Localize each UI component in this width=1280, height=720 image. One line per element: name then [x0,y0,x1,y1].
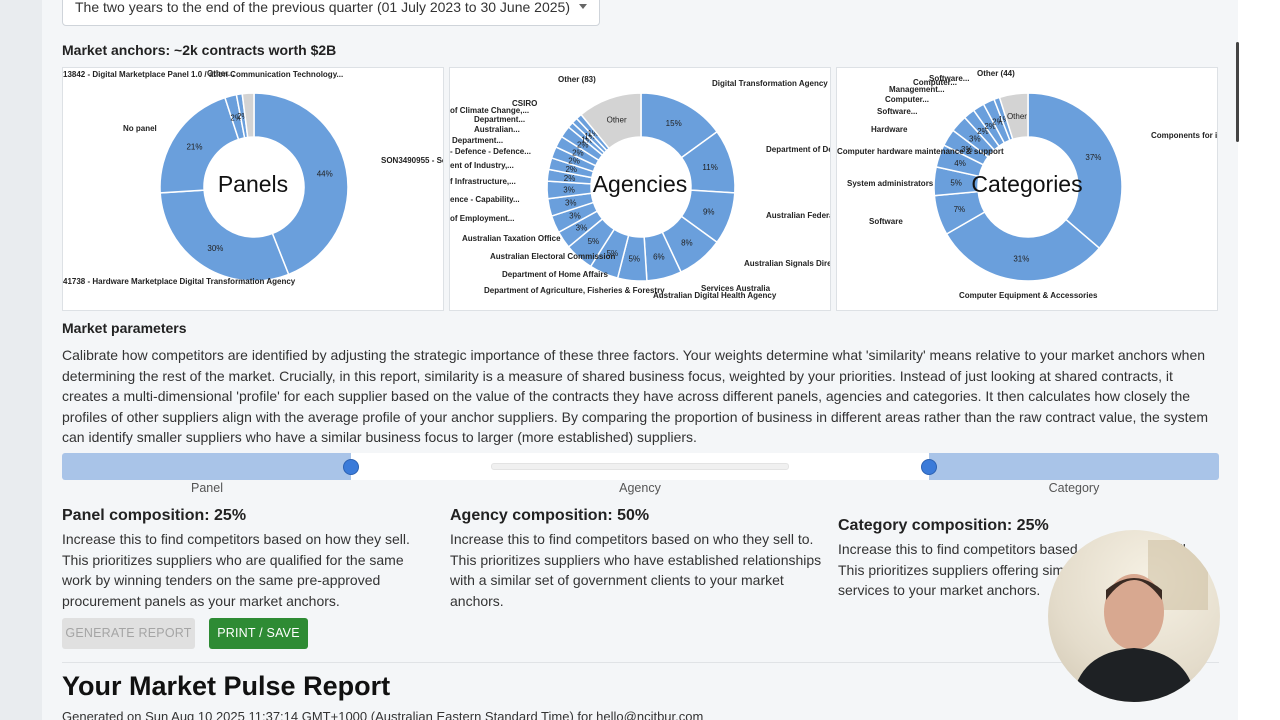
slice-label: Other (44) [977,69,1015,78]
slice-percent-label: 31% [1013,255,1029,264]
agency-composition-title: Agency composition: 50% [450,507,650,524]
presenter-image [1072,540,1208,702]
slice-label: Hardware [871,125,908,134]
slice-label: Digital Transformation Agency [712,79,828,88]
slice-label: Computer hardware maintenance & support [837,147,1004,156]
period-select-value: The two years to the end of the previous… [75,0,570,15]
slice-percent-label: Other [1007,112,1027,121]
category-segment-label: Category [1048,481,1100,495]
slice-label: 13842 - Digital Marketplace Panel 1.0 / … [63,70,343,79]
categories-center-label: Categories [971,171,1083,197]
slice-label: Other (83) [558,75,596,84]
slice-label: Computer... [885,95,929,104]
panels-chart: 44%30%21%2%2% SON3490955 - Sc Panel - Di… [62,67,444,311]
slice-percent-label: 5% [628,255,640,264]
divider [62,662,1219,663]
slice-label: Australian Electoral Commission [490,252,615,261]
chevron-down-icon [579,4,587,9]
agency-composition-desc: Increase this to find competitors based … [450,531,822,609]
slice-label: Department of Agriculture, Fisheries & F… [484,286,665,295]
slice-label: Components for i or broadcasting o [1151,131,1218,140]
slice-label: Australian... [474,125,520,134]
slider-grip[interactable] [491,463,789,470]
slice-label: Software [869,217,903,226]
slice-label: of Employment... [450,214,514,223]
slice-percent-label: 7% [954,205,966,214]
panel-composition-title: Panel composition: 25% [62,507,247,524]
slice-label: Australian Signals Directorate [744,259,831,268]
slice-label: - Defence - Defence... [450,147,531,156]
slice-percent-label: 3% [576,223,588,232]
period-select[interactable]: The two years to the end of the previous… [62,0,600,26]
weight-slider[interactable] [62,453,1219,480]
slice-percent-label: 4% [954,159,966,168]
slice-label: Australian Federal Police [766,211,831,220]
slice-label: Software... [877,107,917,116]
slice-label: Department... [474,115,525,124]
agencies-chart: 15% 11% 9% 8% 6% 5% 5% 5% 3% 3% 3% 3% 2% 2% 2% 2% 2% 1% 1%… [449,67,831,311]
slice-percent-label: 3% [565,199,577,208]
slice-label: Software... [929,74,969,83]
slice-label: Other... [207,69,235,78]
scrollbar-track[interactable] [1238,0,1280,720]
slice-percent-label: 30% [207,244,223,253]
slice-percent-label: 9% [703,207,715,216]
slice-label: Australian Taxation Office [462,234,561,243]
panels-center-label: Panels [217,171,289,197]
slice-percent-label: 8% [681,238,693,247]
report-title: Your Market Pulse Report [62,671,391,701]
categories-chart: 37% 31% 7% 5% 4% 3% 3% 2% 2% 2% 1% Other Components… [836,67,1218,311]
slice-label: 41738 - Hardware Marketplace Digital Tra… [63,277,296,286]
market-anchors-heading: Market anchors: ~2k contracts worth $2B [62,42,337,58]
slice-label: SON3490955 - Sc Panel - Digital Tr [381,156,444,165]
scrollbar-thumb[interactable] [1236,42,1239,142]
slice-percent-label: 5% [588,237,600,246]
slice-label: Australian Digital Health Agency [653,291,777,300]
webcam-overlay [1048,530,1220,702]
agencies-center-label: Agencies [592,171,688,197]
pie-slice[interactable] [159,189,290,282]
agency-segment-label: Agency [619,481,661,495]
slice-label: Department of Defence - Defence Digital [766,145,831,154]
slice-label: CSIRO [512,99,537,108]
market-parameters-heading: Market parameters [62,320,187,336]
slice-percent-label: 3% [569,212,581,221]
slice-label: Department... [452,136,503,145]
generate-report-button[interactable]: GENERATE REPORT [62,618,195,649]
panel-composition-desc: Increase this to find competitors based … [62,531,410,609]
slice-percent-label: 6% [653,253,665,262]
print-save-button[interactable]: PRINT / SAVE [209,618,308,649]
agency-category-handle[interactable] [921,459,937,475]
slice-percent-label: 15% [666,119,682,128]
slice-label: No panel [123,124,157,133]
slice-label: Computer Equipment & Accessories [959,291,1098,300]
panel-segment-label: Panel [191,481,223,495]
slice-percent-label: Other [607,115,627,124]
market-parameters-description: Calibrate how competitors are identified… [62,347,1209,445]
panel-agency-handle[interactable] [343,459,359,475]
agency-segment[interactable] [351,453,929,480]
slice-label: Department of Home Affairs [502,270,608,279]
category-composition-title: Category composition: 25% [838,517,1049,534]
slice-percent-label: 37% [1085,153,1101,162]
slice-percent-label: 21% [186,143,202,152]
generated-note: Generated on Sun Aug 10 2025 11:37:14 GM… [62,709,704,720]
slice-label: ent of Industry,... [450,161,514,170]
